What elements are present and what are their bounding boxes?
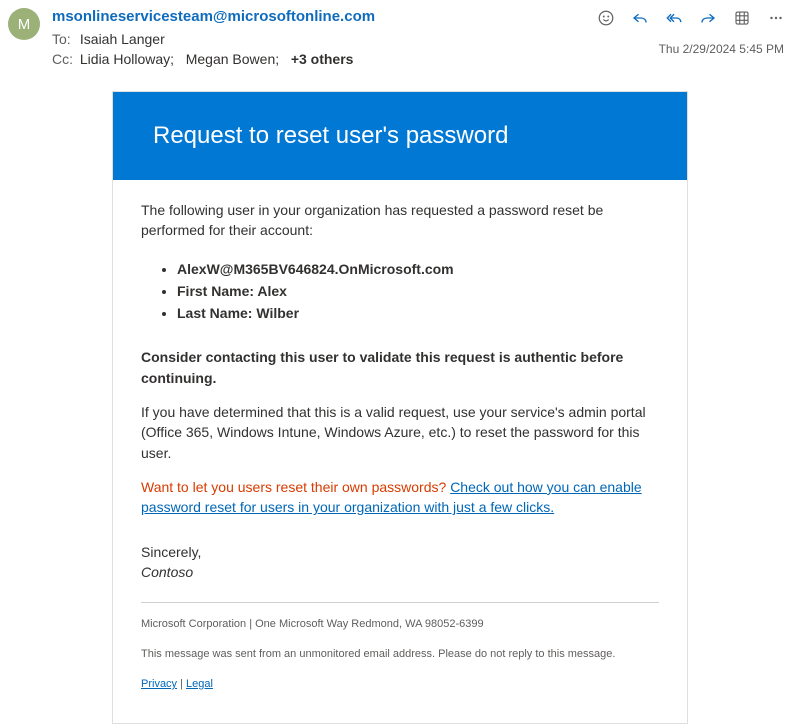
cc-value-2[interactable]: Megan Bowen; xyxy=(186,51,279,67)
user-details-list: AlexW@M365BV646824.OnMicrosoft.com First… xyxy=(141,259,659,324)
to-label: To: xyxy=(52,31,76,47)
signature: Sincerely, Contoso xyxy=(141,542,659,583)
to-value[interactable]: Isaiah Langer xyxy=(80,31,165,47)
card-body: The following user in your organization … xyxy=(113,180,687,723)
self-service-prompt: Want to let you users reset their own pa… xyxy=(141,477,659,518)
email-header: M msonlineservicesteam@microsoftonline.c… xyxy=(0,0,800,71)
list-item: Last Name: Wilber xyxy=(177,303,659,323)
hero-banner: Request to reset user's password xyxy=(113,92,687,180)
footer-links: Privacy | Legal xyxy=(141,677,659,693)
timestamp: Thu 2/29/2024 5:45 PM xyxy=(659,42,784,56)
valid-request-text: If you have determined that this is a va… xyxy=(141,402,659,463)
avatar: M xyxy=(8,8,40,40)
footer-separator xyxy=(141,602,659,603)
sincerely: Sincerely, xyxy=(141,542,659,562)
signature-org: Contoso xyxy=(141,562,659,582)
message-toolbar xyxy=(596,8,786,28)
apps-icon[interactable] xyxy=(732,8,752,28)
cc-value-1[interactable]: Lidia Holloway; xyxy=(80,51,174,67)
list-item: AlexW@M365BV646824.OnMicrosoft.com xyxy=(177,259,659,279)
footer-unmonitored: This message was sent from an unmonitore… xyxy=(141,647,659,663)
pipe: | xyxy=(177,678,186,690)
reply-all-icon[interactable] xyxy=(664,8,684,28)
cc-more[interactable]: +3 others xyxy=(291,51,354,67)
list-item: First Name: Alex xyxy=(177,281,659,301)
consider-text: Consider contacting this user to validat… xyxy=(141,347,659,388)
more-icon[interactable] xyxy=(766,8,786,28)
reply-icon[interactable] xyxy=(630,8,650,28)
footer-address: Microsoft Corporation | One Microsoft Wa… xyxy=(141,617,659,633)
react-icon[interactable] xyxy=(596,8,616,28)
email-body-card: Request to reset user's password The fol… xyxy=(112,91,688,724)
intro-text: The following user in your organization … xyxy=(141,200,659,241)
legal-link[interactable]: Legal xyxy=(186,678,213,690)
cc-label: Cc: xyxy=(52,51,76,67)
privacy-link[interactable]: Privacy xyxy=(141,678,177,690)
warn-text: Want to let you users reset their own pa… xyxy=(141,479,450,495)
forward-icon[interactable] xyxy=(698,8,718,28)
